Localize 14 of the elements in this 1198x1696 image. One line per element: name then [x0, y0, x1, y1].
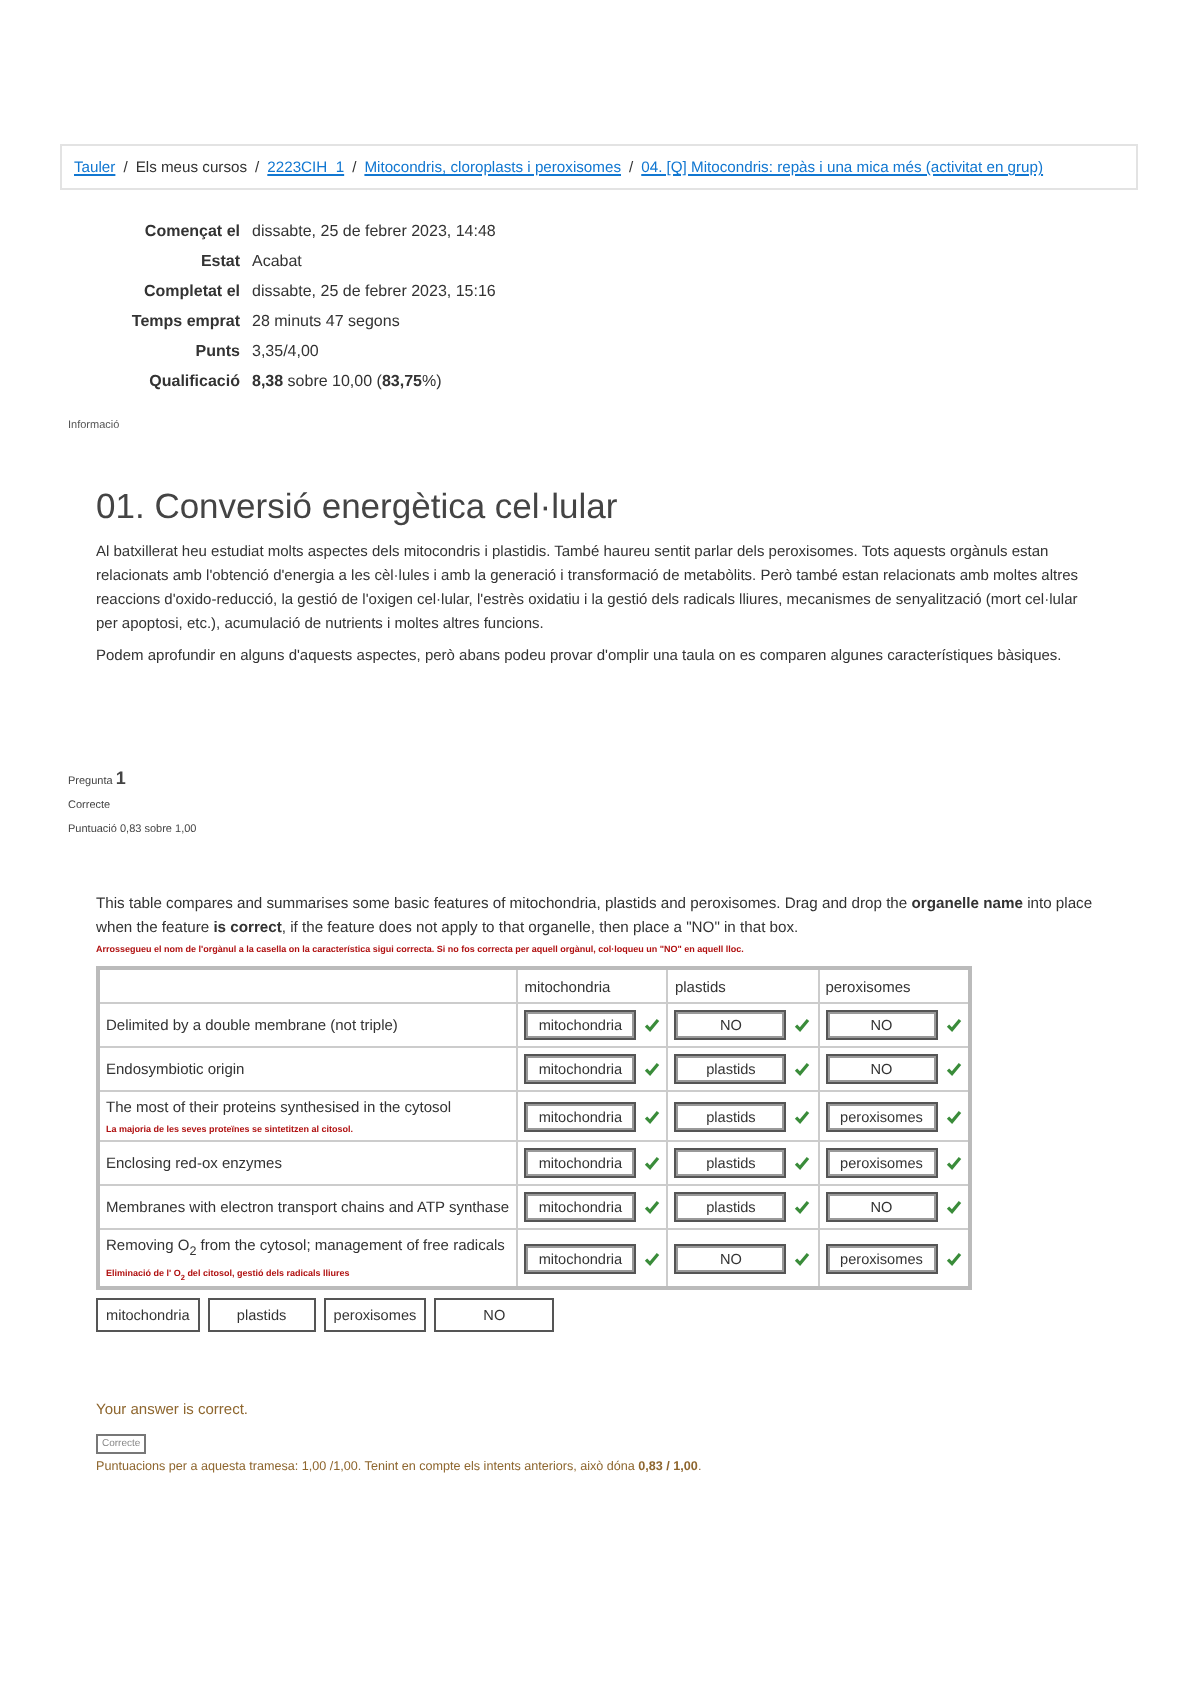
summary-label: Completat el: [141, 282, 240, 300]
summary-label: Començat el: [142, 222, 240, 240]
summary-value: 3,35/4,00: [252, 342, 321, 360]
summary-value: 8,38 sobre 10,00 (83,75%): [252, 372, 444, 390]
question-number: 1: [115, 768, 126, 788]
summary-value: Acabat: [252, 252, 304, 270]
summary-value: dissabte, 25 de febrer 2023, 15:16: [252, 282, 496, 300]
summary-label: Qualificació: [147, 372, 240, 390]
section-title: 01. Conversió energètica cel·lular: [96, 486, 620, 528]
summary-label: Punts: [193, 342, 240, 360]
summary-label: Estat: [198, 252, 240, 270]
summary-value: dissabte, 25 de febrer 2023, 14:48: [252, 222, 496, 240]
summary-label: Temps emprat: [129, 312, 240, 330]
summary-value: 28 minuts 47 segons: [252, 312, 402, 330]
